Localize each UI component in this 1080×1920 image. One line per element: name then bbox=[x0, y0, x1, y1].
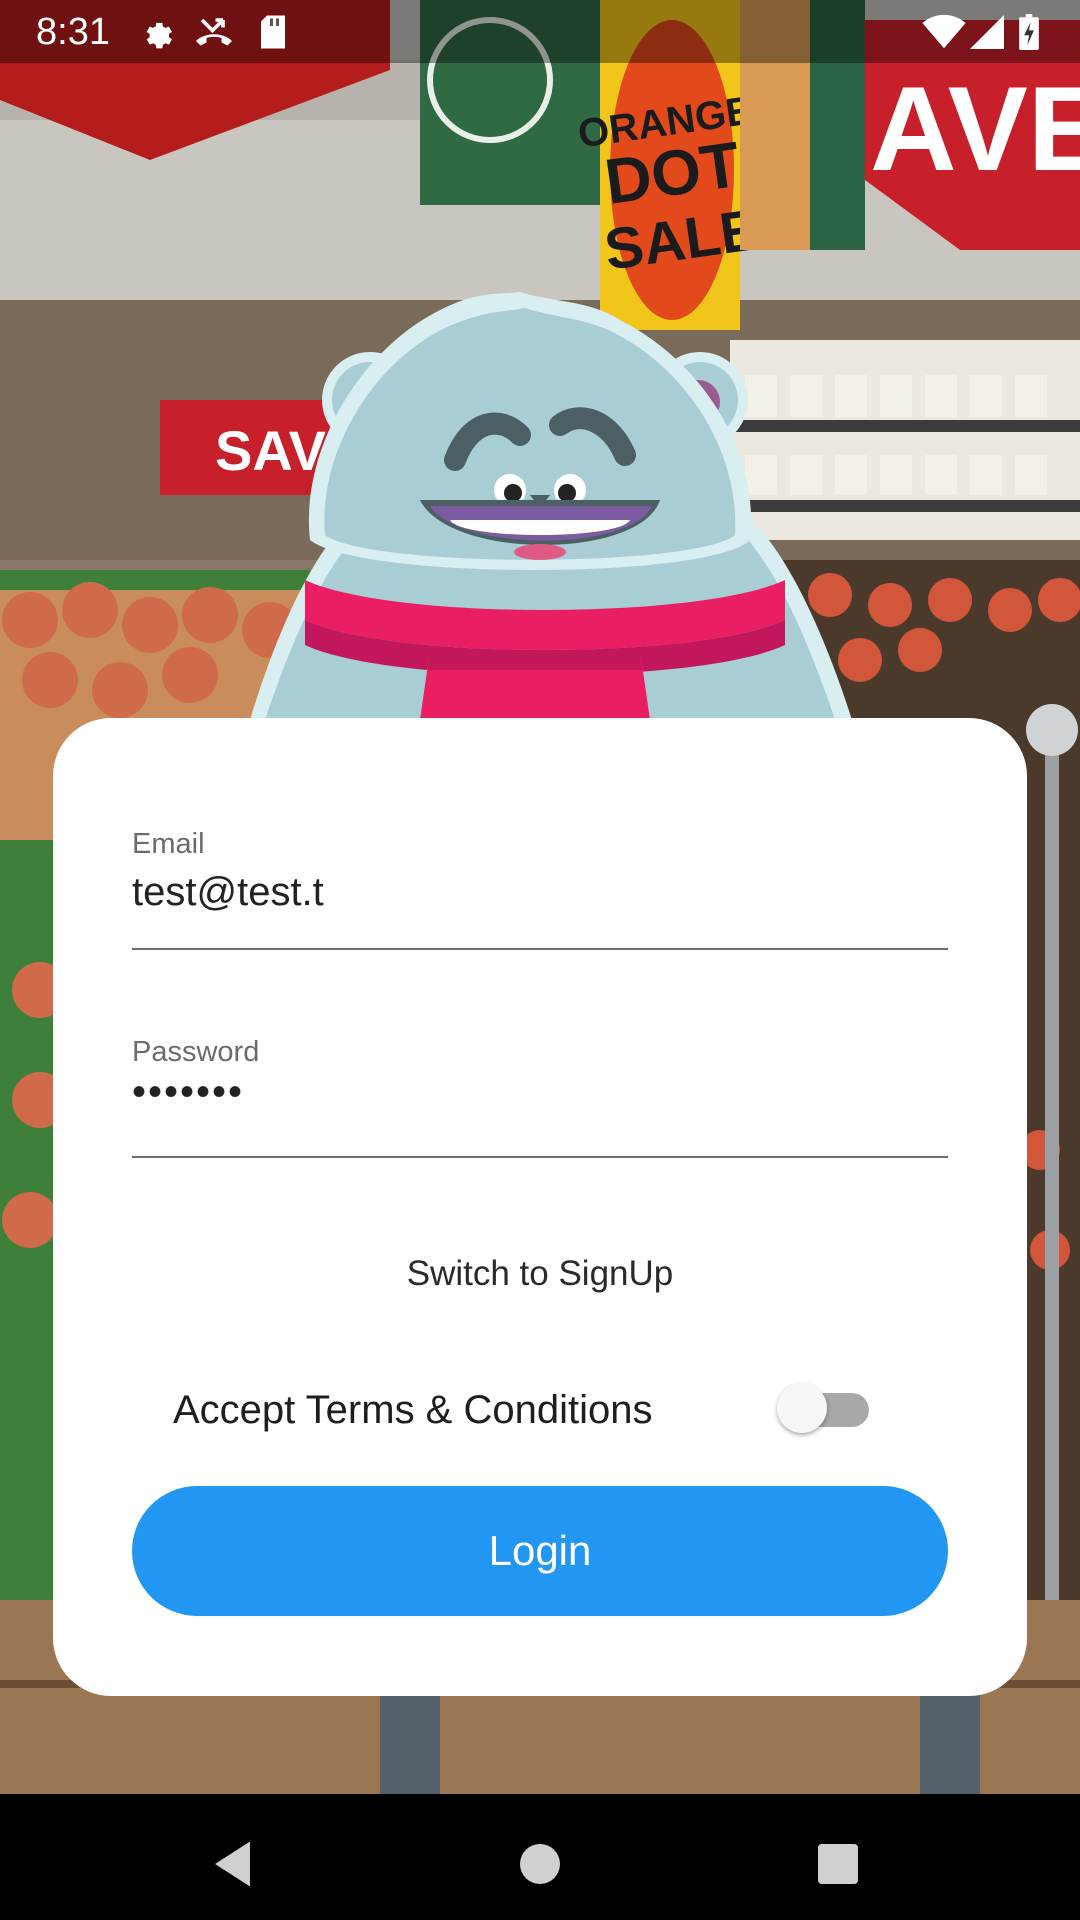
login-screen: ORANGE DOT SALE AVE SAVE 8:31 Email test… bbox=[0, 0, 1080, 1920]
login-card: Email test@test.t Password ••••••• Switc… bbox=[53, 718, 1027, 1696]
email-field[interactable]: Email test@test.t bbox=[132, 828, 948, 958]
password-label: Password bbox=[132, 1036, 260, 1068]
toggle-thumb bbox=[777, 1383, 827, 1433]
settings-icon bbox=[138, 14, 174, 55]
login-button[interactable]: Login bbox=[132, 1486, 948, 1616]
yeti-mascot bbox=[240, 290, 860, 720]
wifi-icon bbox=[922, 14, 966, 55]
status-bar: 8:31 bbox=[0, 0, 1080, 63]
back-icon[interactable] bbox=[205, 1834, 265, 1899]
switch-to-signup-button[interactable]: Switch to SignUp bbox=[53, 1254, 1027, 1294]
password-underline bbox=[132, 1156, 948, 1158]
cell-signal-icon bbox=[970, 14, 1004, 55]
terms-toggle[interactable] bbox=[777, 1380, 877, 1433]
yeti-mascot-art bbox=[250, 292, 852, 720]
email-input[interactable]: test@test.t bbox=[132, 870, 324, 915]
battery-icon bbox=[1018, 14, 1040, 55]
email-underline bbox=[132, 948, 948, 950]
navigation-bar bbox=[0, 1794, 1080, 1920]
email-label: Email bbox=[132, 828, 205, 860]
sd-card-icon bbox=[258, 14, 288, 55]
recents-icon[interactable] bbox=[808, 1834, 868, 1899]
missed-call-icon bbox=[194, 14, 234, 55]
status-time: 8:31 bbox=[36, 11, 110, 53]
password-input[interactable]: ••••••• bbox=[132, 1070, 244, 1115]
svg-text:AVE: AVE bbox=[870, 62, 1080, 196]
home-icon[interactable] bbox=[510, 1834, 570, 1899]
password-field[interactable]: Password ••••••• bbox=[132, 1036, 948, 1166]
terms-label: Accept Terms & Conditions bbox=[173, 1388, 653, 1432]
